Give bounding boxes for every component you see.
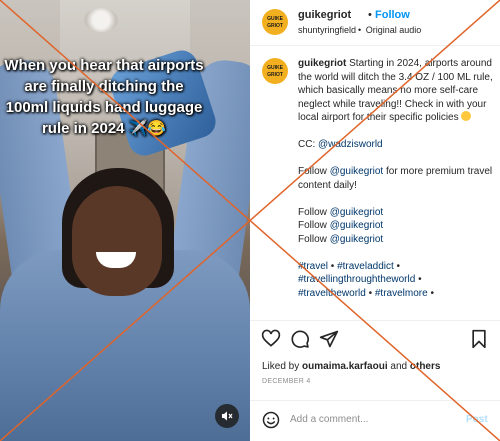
hashtag-link[interactable]: #travellingthroughtheworld [298, 274, 415, 285]
hashtag-link[interactable]: #traveladdict [337, 261, 394, 272]
comment-icon[interactable] [290, 329, 310, 349]
audio-user-link[interactable]: shuntyringfield [298, 25, 356, 35]
username-link[interactable]: guikegriot [298, 9, 351, 21]
likes-prefix: Liked by [262, 361, 303, 372]
likes-middle: and [387, 361, 410, 372]
post-panel: GUIKE GRIOT guikegriot • Follow shuntyri… [250, 0, 500, 441]
hashtag-separator: • [415, 274, 422, 285]
audio-info: shuntyringfield • Original audio [298, 25, 423, 35]
cc-prefix: CC: [298, 139, 318, 150]
caption-username[interactable]: guikegriot [298, 58, 346, 69]
reel-video[interactable]: When you hear that airports are finally … [0, 0, 250, 441]
action-bar [250, 320, 500, 356]
caption-area: GUIKE GRIOT guikegriot Starting in 2024,… [250, 48, 500, 316]
post-button[interactable]: Post [466, 414, 488, 425]
speaker-muted-icon [222, 411, 233, 421]
caption-avatar[interactable]: GUIKE GRIOT [262, 58, 288, 84]
emoji-icon[interactable] [262, 411, 280, 429]
repeat-handle-link[interactable]: @guikegriot [330, 220, 384, 231]
hashtag-separator: • [393, 260, 401, 272]
audio-separator: • [358, 25, 362, 35]
share-icon[interactable] [319, 329, 339, 349]
comment-bar: Post [250, 400, 500, 441]
bookmark-icon[interactable] [469, 329, 489, 349]
hashtag-separator: • [328, 260, 338, 272]
person-face [72, 186, 162, 296]
repeat-prefix: Follow [298, 233, 330, 245]
likes-others-link[interactable]: others [410, 361, 441, 372]
likes-summary: Liked by oumaima.karfaoui and others [262, 361, 440, 372]
header-separator: • [368, 9, 372, 21]
avatar[interactable]: GUIKE GRIOT [262, 9, 288, 35]
comment-input[interactable] [290, 414, 450, 425]
liked-by-user-link[interactable]: oumaima.karfaoui [302, 361, 388, 372]
post-date[interactable]: DECEMBER 4 [262, 378, 311, 385]
post-header: GUIKE GRIOT guikegriot • Follow shuntyri… [250, 0, 500, 46]
hashtag-link[interactable]: #travel [298, 261, 328, 272]
hashtag-link[interactable]: #traveltheworld [298, 288, 366, 299]
sun-emoji-icon [461, 111, 472, 121]
repeat-handle-link[interactable]: @guikegriot [330, 207, 384, 218]
repeat-handle-link[interactable]: @guikegriot [330, 234, 384, 245]
cc-handle-link[interactable]: @wadzisworld [318, 139, 383, 150]
hashtag-link[interactable]: #travelmore [375, 288, 428, 299]
hashtag-separator: • [365, 287, 375, 299]
audio-label[interactable]: Original audio [366, 25, 422, 35]
follow-prefix: Follow [298, 166, 330, 177]
mute-button[interactable] [215, 404, 239, 428]
follow-button[interactable]: Follow [375, 9, 410, 21]
follow-handle-link[interactable]: @guikegriot [330, 166, 384, 177]
ceiling-light [84, 8, 118, 32]
hashtag-separator: • [427, 287, 434, 299]
caption-text: guikegriot Starting in 2024, airports ar… [298, 57, 494, 314]
heart-icon[interactable] [261, 329, 281, 349]
repeat-prefix: Follow [298, 220, 330, 231]
repeat-prefix: Follow [298, 206, 330, 218]
video-overlay-text: When you hear that airports are finally … [4, 57, 204, 137]
